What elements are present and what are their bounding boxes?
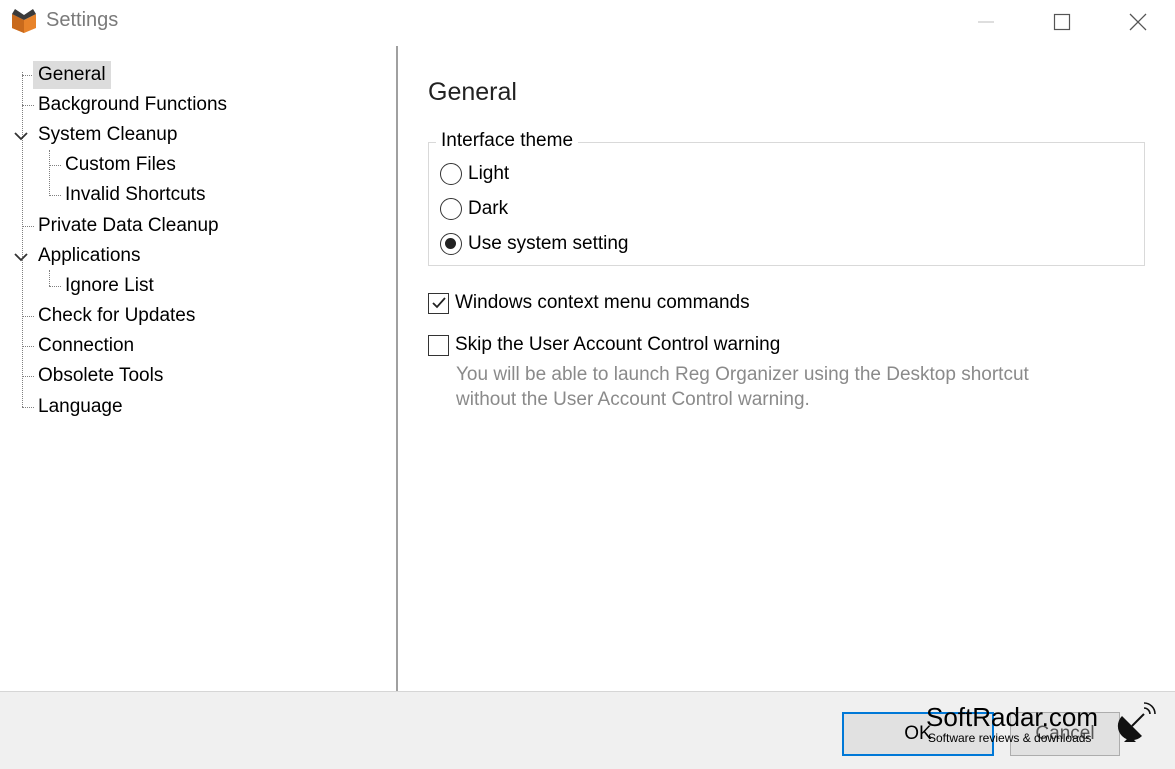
page-title: General — [428, 78, 517, 106]
tree-item-general[interactable]: General — [33, 61, 111, 89]
minimize-icon — [978, 21, 994, 23]
app-logo-icon — [12, 9, 36, 33]
tree-item-applications[interactable]: Applications — [33, 242, 145, 270]
uac-checkbox-row[interactable]: Skip the User Account Control warning — [428, 332, 780, 358]
tree-item-obsolete-tools[interactable]: Obsolete Tools — [33, 362, 168, 390]
radio-label: Light — [468, 163, 510, 184]
tree-item-custom-files[interactable]: Custom Files — [60, 151, 181, 179]
satellite-dish-icon — [1117, 702, 1156, 742]
watermark: SoftRadar.com Software reviews & downloa… — [926, 702, 1166, 752]
checkbox-label: Windows context menu commands — [455, 292, 750, 313]
close-icon — [1129, 13, 1147, 31]
tree-connector — [49, 270, 50, 286]
watermark-subtitle: Software reviews & downloads — [928, 731, 1092, 745]
watermark-title: SoftRadar.com — [926, 702, 1098, 732]
context-menu-checkbox-row[interactable]: Windows context menu commands — [428, 290, 750, 316]
tree-item-connection[interactable]: Connection — [33, 332, 139, 360]
tree-item-private-data-cleanup[interactable]: Private Data Cleanup — [33, 212, 224, 240]
radio-label: Use system setting — [468, 233, 629, 254]
radio-button-checked[interactable] — [440, 233, 462, 255]
checkmark-icon — [431, 297, 446, 309]
title-bar: Settings — [0, 0, 1175, 44]
hint-line: You will be able to launch Reg Organizer… — [456, 364, 1029, 385]
hint-line: without the User Account Control warning… — [456, 389, 810, 410]
uac-hint-text: You will be able to launch Reg Organizer… — [456, 362, 1096, 412]
chevron-down-icon[interactable] — [13, 249, 29, 265]
uac-checkbox[interactable] — [428, 334, 449, 356]
context-menu-checkbox[interactable] — [428, 292, 449, 314]
radio-button[interactable] — [440, 163, 462, 185]
window-title: Settings — [46, 9, 119, 31]
chevron-down-icon[interactable] — [13, 128, 29, 144]
radio-dark[interactable]: Dark — [440, 196, 508, 222]
group-legend: Interface theme — [436, 130, 579, 152]
tree-item-system-cleanup[interactable]: System Cleanup — [33, 121, 182, 149]
tree-item-background-functions[interactable]: Background Functions — [33, 91, 232, 119]
tree-connector — [49, 150, 50, 196]
settings-tree: General Background Functions System Clea… — [0, 46, 396, 691]
tree-item-invalid-shortcuts[interactable]: Invalid Shortcuts — [60, 181, 210, 209]
radio-use-system-setting[interactable]: Use system setting — [440, 231, 629, 257]
maximize-icon — [1053, 13, 1071, 31]
maximize-button[interactable] — [1039, 0, 1085, 44]
close-button[interactable] — [1115, 0, 1161, 44]
tree-item-language[interactable]: Language — [33, 393, 128, 421]
tree-item-ignore-list[interactable]: Ignore List — [60, 272, 159, 300]
radio-light[interactable]: Light — [440, 161, 509, 187]
radio-button[interactable] — [440, 198, 462, 220]
checkbox-label: Skip the User Account Control warning — [455, 334, 781, 355]
tree-item-check-for-updates[interactable]: Check for Updates — [33, 302, 200, 330]
tree-connector — [22, 72, 23, 407]
minimize-button[interactable] — [963, 0, 1009, 44]
panel-splitter[interactable] — [396, 46, 398, 691]
radio-label: Dark — [468, 198, 509, 219]
